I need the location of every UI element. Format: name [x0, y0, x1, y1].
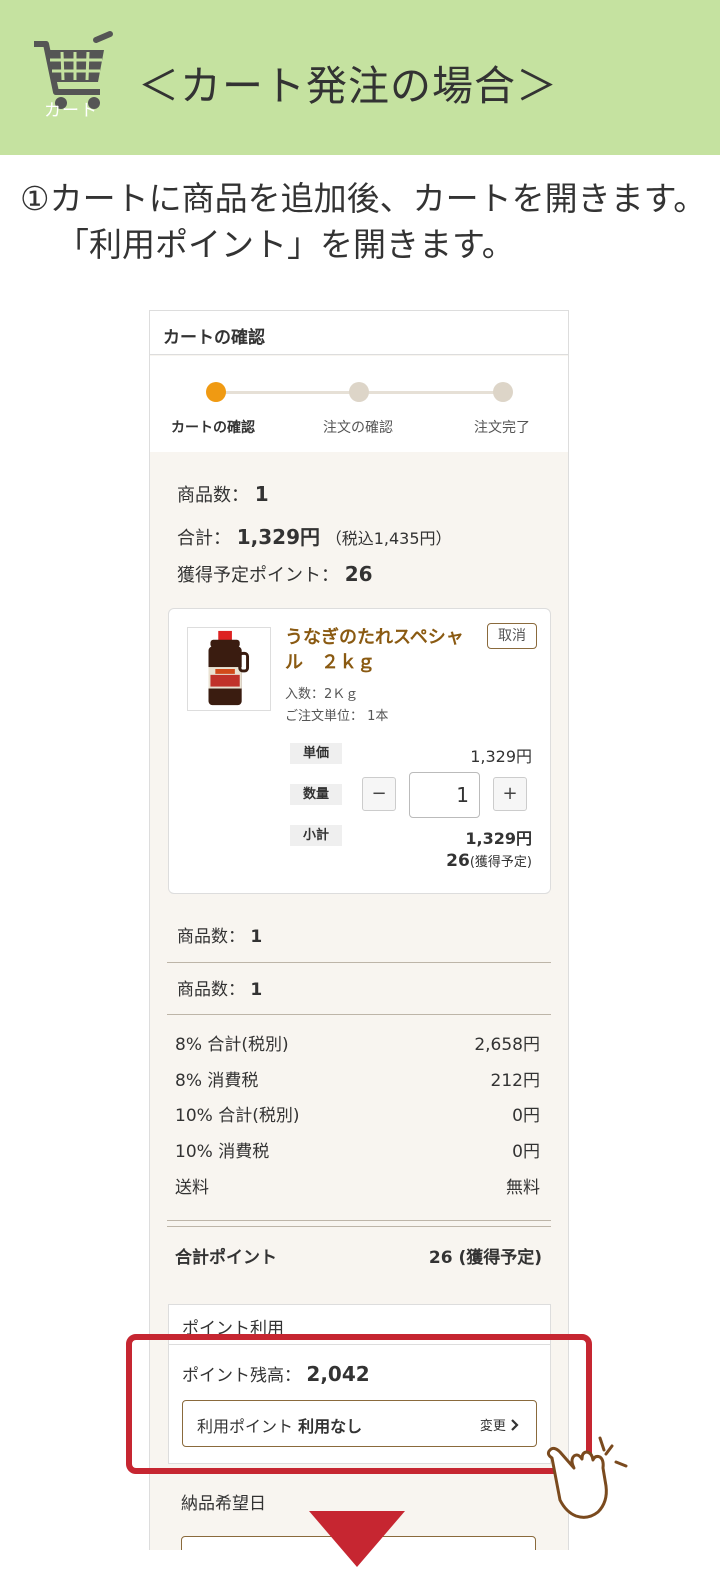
- breakdown-label-8-tax: 8% 消費税: [175, 1071, 259, 1091]
- product-content: 入数：2Ｋｇ: [285, 687, 359, 702]
- breakdown-label-10-tax: 10% 消費税: [175, 1142, 270, 1162]
- subtotal-value: 1,329円: [465, 829, 532, 848]
- item-count-summary: 商品数： 1: [177, 481, 269, 507]
- step-dot-cart: [206, 382, 226, 402]
- breakdown-value-shipping: 無料: [506, 1178, 540, 1198]
- item-count-row-1: 商品数： 1: [177, 922, 262, 947]
- highlight-frame: [126, 1334, 592, 1474]
- breakdown-label-shipping: 送料: [175, 1178, 209, 1198]
- total-summary: 合計： 1,329円 （税込1,435円）: [177, 521, 452, 550]
- total-label: 合計：: [177, 528, 231, 549]
- breakdown-label-8-total: 8% 合計(税別): [175, 1035, 289, 1055]
- divider: [167, 1014, 551, 1015]
- unit-price-value: 1,329円: [470, 747, 532, 766]
- divider: [167, 1220, 551, 1221]
- total-points-label: 合計ポイント: [175, 1248, 277, 1268]
- total-points-value: 26 (獲得予定): [428, 1248, 542, 1268]
- item-count-row-2-value: 1: [250, 980, 263, 1000]
- cart-icon-label: カート: [44, 101, 98, 121]
- item-count-label: 商品数：: [177, 485, 249, 506]
- quantity-tag: 数量: [290, 784, 342, 805]
- product-points-value: 26: [446, 851, 470, 871]
- breakdown-value-10-tax: 0円: [512, 1142, 540, 1162]
- screen-title: カートの確認: [163, 328, 265, 348]
- breakdown-value-10-total: 0円: [512, 1106, 540, 1126]
- product-points: 26(獲得予定): [446, 851, 532, 871]
- hand-pointer-icon: [546, 1436, 628, 1519]
- breakdown-value-8-tax: 212円: [490, 1071, 540, 1091]
- product-order-unit: ご注文単位： 1本: [285, 709, 389, 724]
- item-count-row-2: 商品数： 1: [177, 975, 262, 1000]
- banner-title: ＜カート発注の場合＞: [138, 62, 558, 110]
- step-label-complete: 注文完了: [474, 420, 530, 436]
- product-name[interactable]: うなぎのたれスペシャル ２ｋｇ: [285, 625, 475, 675]
- step-label-confirm: 注文の確認: [323, 420, 393, 436]
- instruction-line-1: ①カートに商品を追加後、カートを開きます。: [20, 179, 707, 218]
- step-dot-confirm: [349, 382, 369, 402]
- instruction-text: ①カートに商品を追加後、カートを開きます。 「利用ポイント」を開きます。: [20, 176, 706, 268]
- quantity-minus-button[interactable]: −: [362, 777, 396, 811]
- instruction-line-2: 「利用ポイント」を開きます。: [56, 225, 515, 264]
- screen-header: カートの確認: [150, 311, 568, 355]
- progress-steps: カートの確認 注文の確認 注文完了: [150, 356, 568, 452]
- item-count-row-2-label: 商品数：: [177, 980, 245, 1000]
- divider: [167, 1226, 551, 1227]
- total-tax-value: （税込1,435円）: [325, 529, 452, 548]
- header-banner: カート ＜カート発注の場合＞: [0, 0, 720, 155]
- subtotal-tag: 小計: [290, 825, 342, 846]
- product-points-note: (獲得予定): [469, 855, 532, 870]
- points-summary: 獲得予定ポイント： 26: [177, 561, 373, 587]
- item-count-row-1-value: 1: [250, 927, 263, 947]
- breakdown-value-8-total: 2,658円: [474, 1035, 540, 1055]
- breakdown-label-10-total: 10% 合計(税別): [175, 1106, 300, 1126]
- product-card: うなぎのたれスペシャル ２ｋｇ 取消 入数：2Ｋｇ ご注文単位： 1本 単価 1…: [168, 608, 551, 894]
- total-value: 1,329円: [236, 525, 320, 549]
- product-image: [187, 627, 271, 711]
- divider: [167, 962, 551, 963]
- step-dot-complete: [493, 382, 513, 402]
- quantity-plus-button[interactable]: +: [493, 777, 527, 811]
- points-value: 26: [344, 562, 373, 586]
- unit-price-tag: 単価: [290, 743, 342, 764]
- item-count-row-1-label: 商品数：: [177, 927, 245, 947]
- down-arrow-icon: [309, 1511, 405, 1567]
- cancel-button[interactable]: 取消: [487, 623, 537, 649]
- delivery-date-title: 納品希望日: [181, 1494, 266, 1514]
- quantity-input[interactable]: 1: [409, 772, 480, 818]
- item-count-value: 1: [254, 482, 269, 506]
- step-label-cart: カートの確認: [171, 420, 255, 436]
- points-label: 獲得予定ポイント：: [177, 565, 339, 586]
